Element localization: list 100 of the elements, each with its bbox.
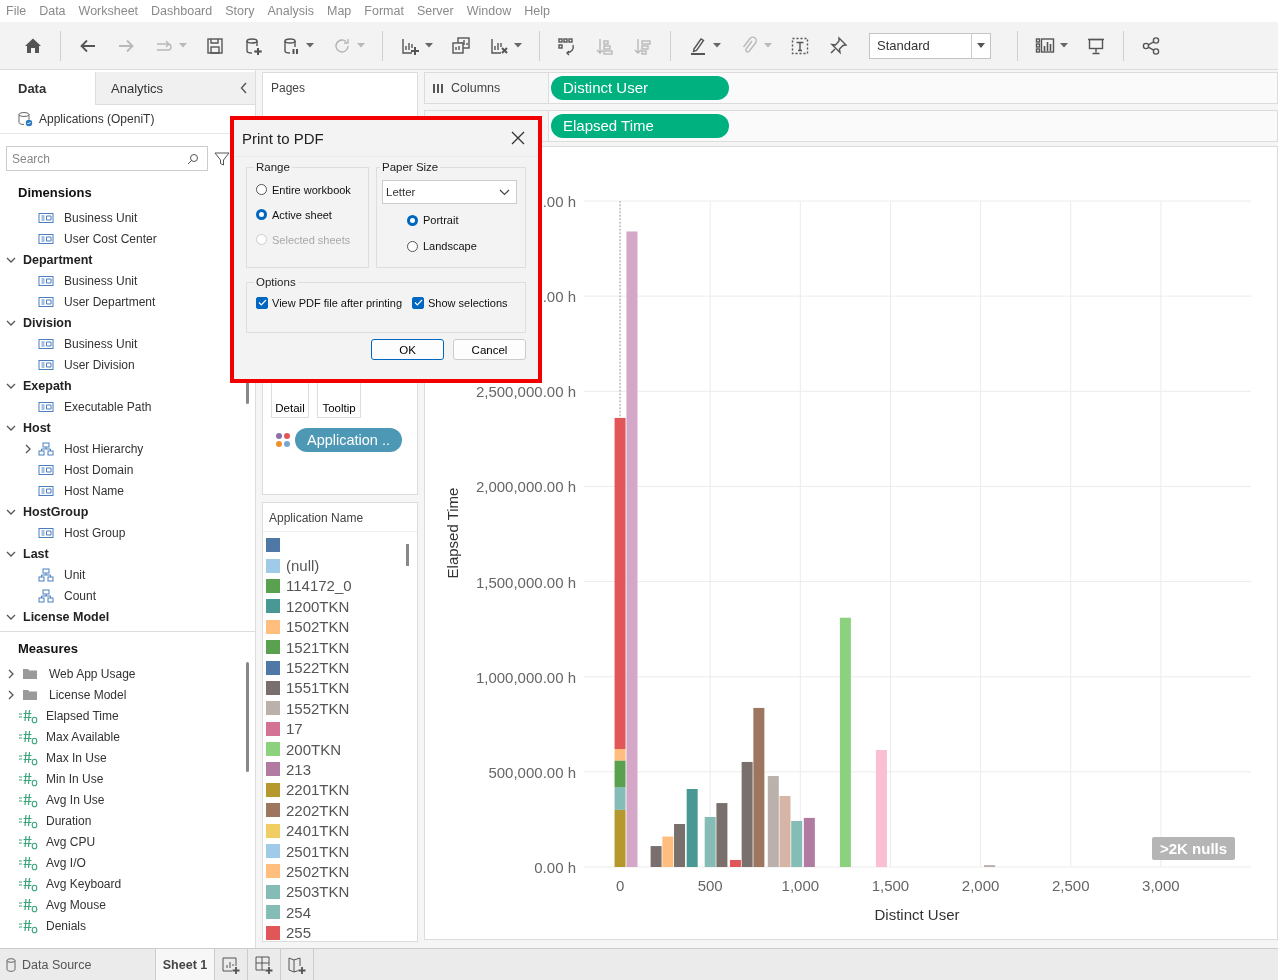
field-name[interactable]: Host Group [64,525,126,540]
legend-label[interactable]: 2201TKN [286,781,350,799]
option-label[interactable]: Active sheet [272,208,332,221]
chart-types-icon[interactable] [1035,35,1055,56]
folder-name[interactable]: Division [23,315,72,330]
legend-swatch[interactable] [266,660,280,675]
legend-swatch[interactable] [266,701,280,716]
legend-label[interactable]: 2501TKN [286,842,350,860]
legend-label[interactable]: 2401TKN [286,822,350,840]
field-name[interactable]: Avg Keyboard [46,876,122,891]
field-name[interactable]: Business Unit [64,336,138,351]
legend-label[interactable]: 1551TKN [286,679,350,697]
field-name[interactable]: License Model [49,687,127,702]
legend-label[interactable]: 255 [286,924,312,942]
menu-item[interactable]: Worksheet [72,4,146,18]
legend-label[interactable]: 2503TKN [286,883,350,901]
menu-item[interactable]: Story [219,4,262,18]
option-label[interactable]: View PDF file after printing [272,296,403,309]
caret-icon[interactable] [713,43,721,48]
field-name[interactable]: Web App Usage [49,666,136,681]
field-name[interactable]: Unit [64,567,86,582]
menu-item[interactable]: Format [358,4,411,18]
paper-size-dropdown[interactable]: Letter [382,180,517,204]
bar[interactable] [716,803,728,867]
field-name[interactable]: Executable Path [64,399,152,414]
legend-swatch[interactable] [266,925,280,940]
legend-swatch[interactable] [266,884,280,899]
new-worksheet-icon[interactable] [221,954,241,975]
pause-database-icon[interactable] [281,35,301,56]
legend-swatch[interactable] [266,803,280,818]
field-name[interactable]: Duration [46,813,92,828]
legend-swatch[interactable] [266,680,280,695]
sheet-tab[interactable]: Data Source [0,949,155,980]
legend-swatch[interactable] [266,864,280,879]
pin-icon[interactable] [828,35,848,56]
sheet-tab[interactable]: Sheet 1 [155,949,215,980]
field-name[interactable]: User Division [64,357,135,372]
field-name[interactable]: Host Domain [64,462,134,477]
legend-swatch[interactable] [266,762,280,777]
folder-name[interactable]: HostGroup [23,504,89,519]
legend-swatch[interactable] [266,538,280,553]
folder-name[interactable]: Exepath [23,378,72,393]
search-icon[interactable] [187,153,199,165]
legend-label[interactable]: 114172_0 [286,577,352,595]
scrollbar[interactable] [246,662,249,772]
bar[interactable] [753,707,765,867]
ok-button[interactable]: OK [371,339,444,360]
legend-swatch[interactable] [266,905,280,920]
field-name[interactable]: Max Available [46,729,120,744]
bar[interactable] [741,761,753,867]
menu-item[interactable]: Map [320,4,359,18]
checkbox[interactable] [412,296,425,309]
option-label[interactable]: Entire workbook [272,183,351,196]
field-name[interactable]: Elapsed Time [46,708,119,723]
radio-button[interactable] [407,214,418,226]
legend-label[interactable]: 200TKN [286,740,342,758]
legend-swatch[interactable] [266,742,280,757]
field-name[interactable]: Avg CPU [46,834,96,849]
field-name[interactable]: Host Hierarchy [64,441,144,456]
legend-label[interactable]: 2502TKN [286,862,350,880]
add-database-icon[interactable] [243,35,263,56]
field-name[interactable]: Count [64,588,97,603]
legend-swatch[interactable] [266,558,280,573]
new-story-icon[interactable] [287,954,307,975]
filter-icon[interactable] [214,150,230,167]
new-dashboard-icon[interactable] [254,954,274,975]
legend-swatch[interactable] [266,599,280,614]
text-box-icon[interactable] [790,35,810,56]
scrollbar[interactable] [406,544,409,566]
field-name[interactable]: Business Unit [64,210,138,225]
field-name[interactable]: User Department [64,294,156,309]
legend-label[interactable]: 1522TKN [286,659,350,677]
legend-label[interactable]: 1552TKN [286,699,350,717]
radio-button[interactable] [256,184,267,195]
legend-swatch[interactable] [266,640,280,655]
bar[interactable] [614,417,626,749]
fit-dropdown[interactable]: Standard [869,32,991,59]
field-name[interactable]: Avg Mouse [46,897,106,912]
field-name[interactable]: Max In Use [46,750,107,765]
bar[interactable] [803,817,815,867]
legend-label[interactable]: 254 [286,903,312,921]
caret-icon[interactable] [425,43,433,48]
folder-name[interactable]: Last [23,546,49,561]
option-label[interactable]: Portrait [423,214,459,226]
pane-tab[interactable]: Analytics [95,72,240,105]
bar[interactable] [686,789,698,867]
data-source-name[interactable]: Applications (OpeniT) [39,112,155,126]
legend-label[interactable]: 213 [286,761,312,778]
folder-name[interactable]: Host [23,420,51,435]
field-name[interactable]: User Cost Center [64,231,157,246]
radio-button[interactable] [256,209,267,220]
field-name[interactable]: Business Unit [64,273,138,288]
legend-label[interactable]: 1521TKN [286,638,350,656]
chevron-down-icon[interactable] [499,188,510,196]
bar[interactable] [729,859,741,867]
field-name[interactable]: Denials [46,918,87,933]
folder-name[interactable]: License Model [23,609,110,624]
pen-icon[interactable] [688,35,708,56]
share-icon[interactable] [1141,35,1161,56]
bar[interactable] [674,824,686,867]
